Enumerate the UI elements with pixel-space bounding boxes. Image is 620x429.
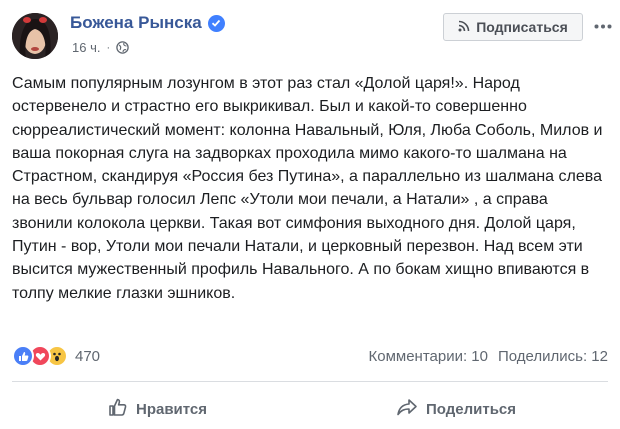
author-name-row: Божена Рынска xyxy=(70,13,225,33)
reactions-summary[interactable]: 470 xyxy=(12,345,100,367)
more-options-icon[interactable] xyxy=(591,14,615,38)
thumbs-up-icon xyxy=(108,397,128,421)
verified-badge-icon xyxy=(207,14,225,32)
post-stats: Комментарии: 10 Поделились: 12 xyxy=(369,348,609,365)
facebook-post: Божена Рынска 16 ч. · Подписаться Самым … xyxy=(0,0,620,429)
like-icon xyxy=(12,345,34,367)
author-name[interactable]: Божена Рынска xyxy=(70,13,202,33)
comments-count-link[interactable]: Комментарии: 10 xyxy=(369,348,489,365)
rss-icon xyxy=(458,19,470,35)
post-meta: 16 ч. · xyxy=(72,40,129,55)
subscribe-button[interactable]: Подписаться xyxy=(443,13,583,41)
separator-dot: · xyxy=(106,41,111,54)
like-button[interactable]: Нравится xyxy=(108,393,207,425)
shares-count-link[interactable]: Поделились: 12 xyxy=(498,348,608,365)
share-button[interactable]: Поделиться xyxy=(396,393,516,425)
post-timestamp[interactable]: 16 ч. xyxy=(72,40,100,55)
actions-divider xyxy=(12,381,608,382)
share-label: Поделиться xyxy=(426,400,517,418)
like-label: Нравится xyxy=(136,400,208,418)
author-avatar[interactable] xyxy=(12,13,58,59)
globe-icon[interactable] xyxy=(116,41,129,54)
share-arrow-icon xyxy=(396,397,418,421)
reaction-count: 470 xyxy=(75,347,101,365)
post-text: Самым популярным лозунгом в этот раз ста… xyxy=(12,75,603,302)
subscribe-label: Подписаться xyxy=(476,19,568,35)
